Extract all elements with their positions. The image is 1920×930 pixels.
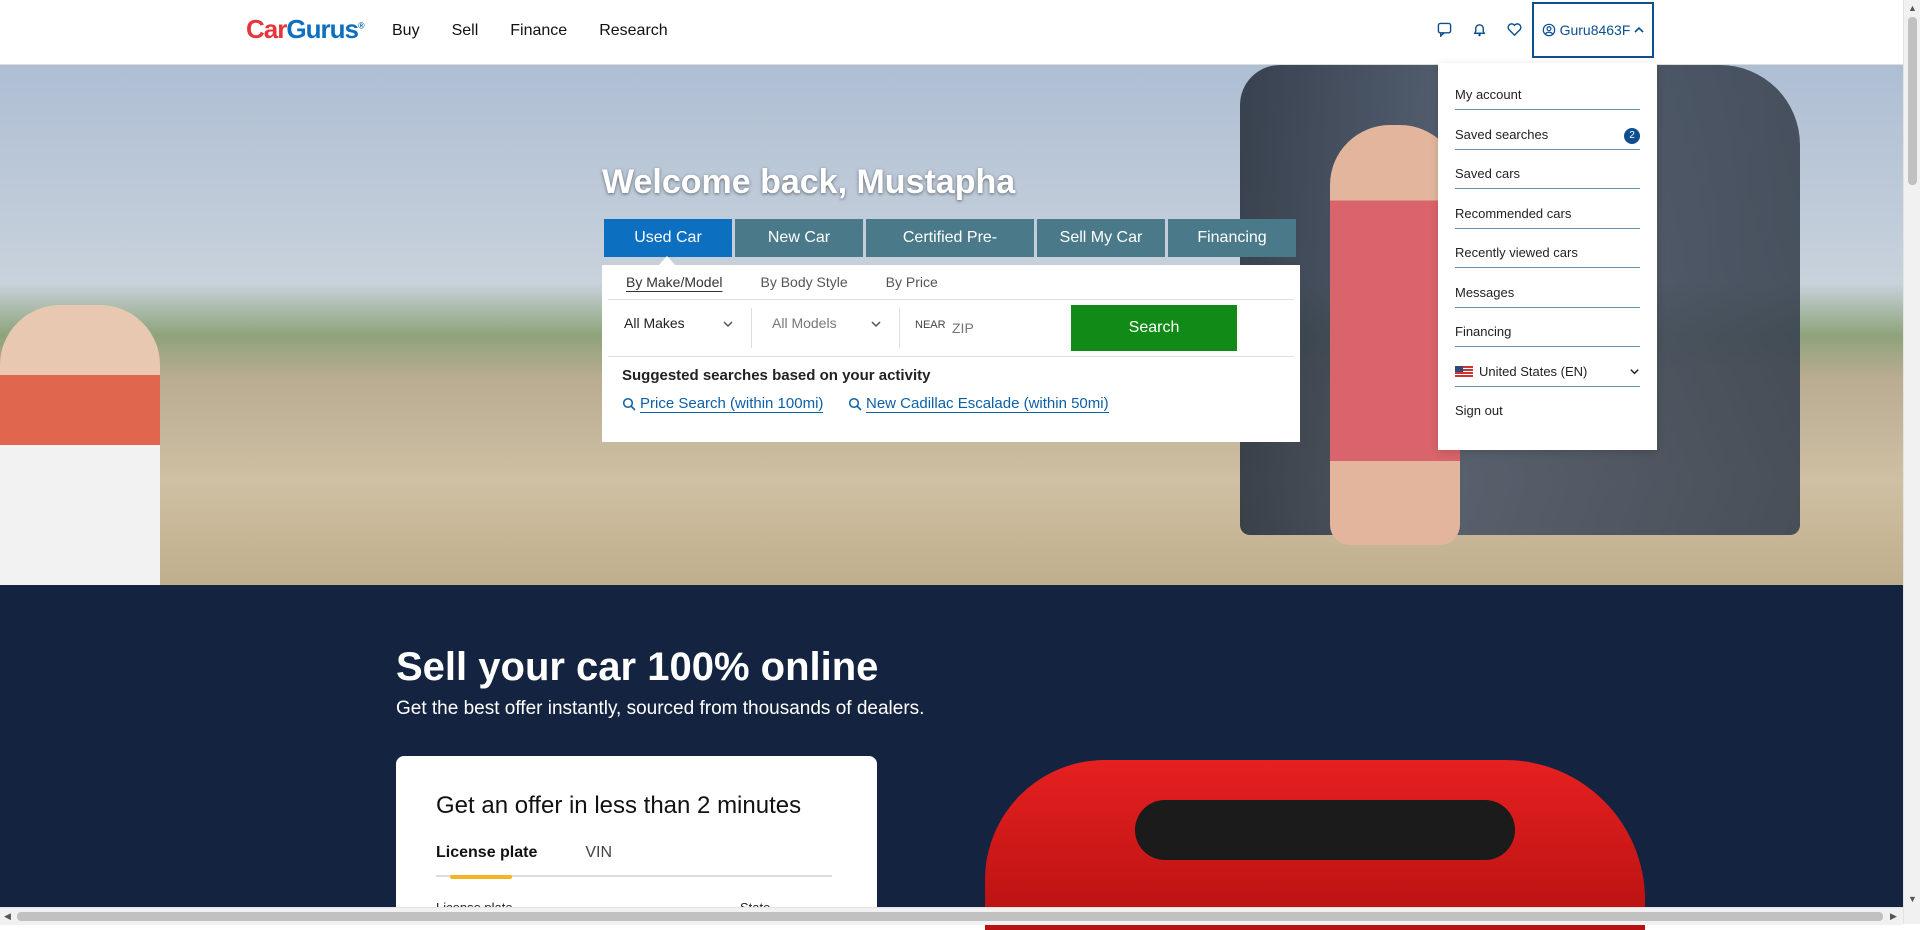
scroll-down-icon[interactable]: ▼ — [1908, 894, 1917, 904]
nav-research[interactable]: Research — [599, 22, 667, 40]
tab-sell-my-car[interactable]: Sell My Car — [1037, 219, 1165, 257]
offer-card-title: Get an offer in less than 2 minutes — [436, 792, 802, 819]
red-car-image — [985, 760, 1645, 930]
saved-searches-badge: 2 — [1624, 128, 1640, 144]
menu-item-saved-searches[interactable]: Saved searches 2 — [1455, 111, 1640, 150]
cargurus-logo[interactable]: CarGurus® — [246, 14, 365, 45]
sell-subtitle: Get the best offer instantly, sourced fr… — [396, 698, 925, 719]
search-form-row: All Makes All Models NEAR Search — [608, 299, 1294, 357]
heart-icon[interactable] — [1506, 22, 1523, 39]
sell-section: Sell your car 100% online Get the best o… — [0, 585, 1903, 930]
offer-tab-underline — [436, 875, 832, 879]
menu-item-financing[interactable]: Financing — [1455, 308, 1640, 347]
search-tabs: Used Car New Car Certified Pre-Owned Sel… — [604, 219, 1296, 284]
scroll-up-icon[interactable]: ▲ — [1908, 3, 1917, 13]
menu-item-saved-cars[interactable]: Saved cars — [1455, 150, 1640, 189]
horizontal-scroll-thumb[interactable] — [17, 912, 1883, 921]
vertical-scrollbar[interactable]: ▲ ▼ — [1903, 0, 1920, 924]
search-panel: By Make/Model By Body Style By Price All… — [602, 256, 1300, 442]
tab-new-car[interactable]: New Car — [735, 219, 863, 257]
nav-finance[interactable]: Finance — [510, 22, 567, 40]
divider — [751, 308, 752, 348]
header-icons — [1436, 22, 1523, 39]
models-select[interactable]: All Models — [772, 315, 882, 331]
main-nav: Buy Sell Finance Research — [392, 22, 700, 40]
site-header: CarGurus® Buy Sell Finance Research Guru… — [0, 0, 1903, 65]
scroll-left-icon[interactable]: ◀ — [4, 911, 11, 922]
menu-item-messages[interactable]: Messages — [1455, 269, 1640, 308]
hero-child-image — [0, 305, 160, 585]
welcome-heading: Welcome back, Mustapha — [602, 163, 1016, 201]
search-button[interactable]: Search — [1071, 305, 1237, 351]
search-icon — [622, 397, 636, 411]
tab-certified-pre-owned[interactable]: Certified Pre-Owned — [866, 219, 1034, 284]
tab-financing[interactable]: Financing — [1168, 219, 1296, 257]
near-label: NEAR — [915, 319, 946, 331]
chevron-down-icon — [871, 321, 881, 328]
offer-tabs: License plate VIN — [436, 844, 612, 862]
offer-card: Get an offer in less than 2 minutes Lice… — [396, 756, 877, 926]
divider — [899, 308, 900, 348]
nav-sell[interactable]: Sell — [452, 22, 479, 40]
subtab-price[interactable]: By Price — [886, 274, 938, 290]
menu-item-sign-out[interactable]: Sign out — [1455, 387, 1640, 426]
menu-item-my-account[interactable]: My account — [1455, 71, 1640, 110]
subtab-body-style[interactable]: By Body Style — [760, 274, 847, 290]
user-dropdown-menu: My account Saved searches 2 Saved cars R… — [1438, 63, 1657, 450]
active-tab-pointer — [658, 256, 676, 266]
vertical-scroll-thumb[interactable] — [1908, 17, 1917, 185]
chevron-up-icon — [1634, 26, 1644, 33]
chat-icon[interactable] — [1436, 22, 1453, 39]
chevron-down-icon — [1630, 369, 1639, 375]
us-flag-icon — [1455, 366, 1473, 377]
sell-title: Sell your car 100% online — [396, 645, 879, 689]
horizontal-scrollbar[interactable]: ◀ ▶ — [0, 907, 1903, 925]
suggested-search-link[interactable]: Price Search (within 100mi) — [622, 395, 824, 413]
makes-select[interactable]: All Makes — [624, 315, 734, 331]
search-icon — [848, 397, 862, 411]
menu-item-recently-viewed-cars[interactable]: Recently viewed cars — [1455, 229, 1640, 268]
user-icon — [1542, 23, 1555, 37]
tab-license-plate[interactable]: License plate — [436, 844, 537, 862]
subtab-make-model[interactable]: By Make/Model — [626, 274, 722, 290]
suggested-search-link[interactable]: New Cadillac Escalade (within 50mi) — [848, 395, 1109, 413]
region-selector[interactable]: United States (EN) — [1455, 348, 1640, 387]
tab-vin[interactable]: VIN — [585, 844, 612, 862]
chevron-down-icon — [723, 321, 733, 328]
user-menu-button[interactable]: Guru8463F — [1532, 2, 1654, 58]
menu-item-recommended-cars[interactable]: Recommended cars — [1455, 190, 1640, 229]
nav-buy[interactable]: Buy — [392, 22, 420, 40]
scroll-right-icon[interactable]: ▶ — [1890, 911, 1897, 922]
bell-icon[interactable] — [1471, 22, 1488, 39]
suggested-searches-title: Suggested searches based on your activit… — [622, 367, 931, 384]
user-name: Guru8463F — [1559, 22, 1631, 38]
tab-used-car[interactable]: Used Car — [604, 219, 732, 257]
search-subtabs: By Make/Model By Body Style By Price — [626, 274, 938, 290]
zip-input[interactable] — [950, 312, 1044, 344]
